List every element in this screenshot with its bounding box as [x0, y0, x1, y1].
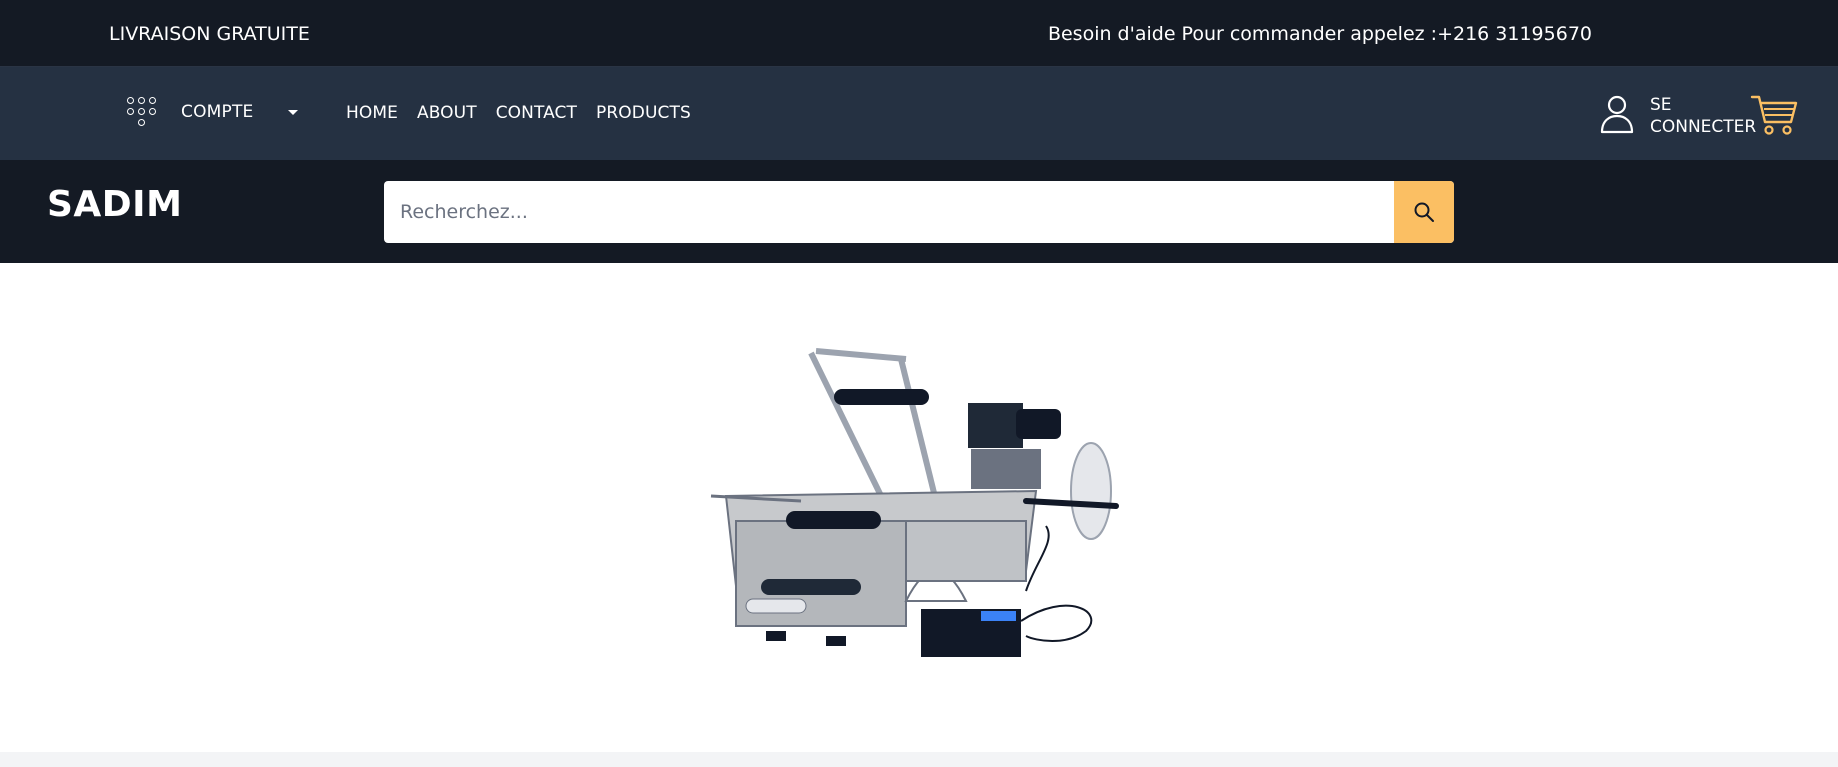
site-logo[interactable]: SADIM	[47, 184, 182, 225]
cart-icon[interactable]	[1750, 93, 1798, 137]
search-icon	[1414, 202, 1434, 222]
help-phone-text: Besoin d'aide Pour commander appelez :+2…	[1047, 22, 1592, 45]
login-label-line1: SE	[1650, 95, 1672, 115]
chevron-down-icon	[287, 109, 298, 115]
account-dropdown[interactable]: COMPTE	[127, 97, 298, 127]
menu-item-products[interactable]: PRODUCTS	[596, 103, 691, 123]
top-info-bar: LIVRAISON GRATUITE Besoin d'aide Pour co…	[0, 0, 1838, 67]
search-input[interactable]	[384, 181, 1394, 243]
menu-item-contact[interactable]: CONTACT	[496, 103, 577, 123]
free-delivery-text: LIVRAISON GRATUITE	[109, 22, 310, 45]
login-link[interactable]: SE CONNECTER	[1650, 94, 1760, 138]
dots-grid-icon	[127, 97, 159, 127]
search-button[interactable]	[1394, 181, 1454, 243]
menu-item-about[interactable]: ABOUT	[417, 103, 477, 123]
main-navbar: COMPTE HOME ABOUT CONTACT PRODUCTS SE CO…	[0, 67, 1838, 160]
search-bar	[384, 181, 1454, 243]
main-menu: HOME ABOUT CONTACT PRODUCTS	[346, 103, 691, 123]
menu-item-home[interactable]: HOME	[346, 103, 398, 123]
main-content	[0, 263, 1838, 752]
login-label-line2: CONNECTER	[1650, 117, 1757, 137]
site-header: SADIM	[0, 160, 1838, 263]
labeling-machine-image[interactable]	[706, 341, 1131, 676]
footer-strip	[0, 752, 1838, 767]
account-label: COMPTE	[181, 102, 254, 122]
user-icon[interactable]	[1600, 94, 1634, 134]
